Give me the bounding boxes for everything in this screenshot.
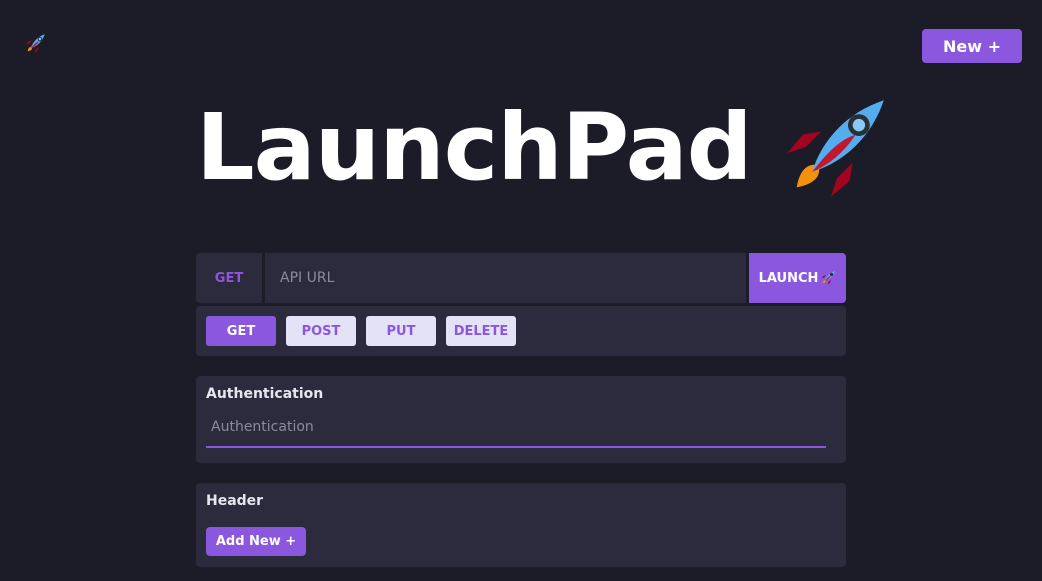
rocket-icon [786, 100, 884, 197]
authentication-title: Authentication [206, 386, 324, 402]
authentication-panel: Authentication [196, 376, 846, 463]
method-selector: GET POST PUT DELETE [196, 306, 846, 356]
method-put-button[interactable]: PUT [366, 316, 436, 346]
authentication-input[interactable] [206, 412, 826, 448]
selected-method-badge: GET [196, 253, 262, 303]
request-bar: GET LAUNCH [196, 253, 846, 303]
method-get-button[interactable]: GET [206, 316, 276, 346]
launch-label: LAUNCH [758, 270, 819, 286]
method-delete-button[interactable]: DELETE [446, 316, 516, 346]
launch-button[interactable]: LAUNCH [749, 253, 846, 303]
method-post-button[interactable]: POST [286, 316, 356, 346]
header-title: Header [206, 493, 264, 509]
rocket-icon[interactable] [24, 33, 46, 55]
api-url-input[interactable] [265, 253, 746, 303]
header-panel: Header Add New + [196, 483, 846, 567]
page-title: LaunchPad [196, 94, 753, 201]
rocket-icon [821, 270, 836, 285]
hero: LaunchPad [196, 88, 890, 208]
new-button[interactable]: New + [922, 29, 1022, 63]
launchpad-page: New + LaunchPad GET LAUNCH [0, 0, 1042, 581]
add-header-button[interactable]: Add New + [206, 527, 306, 556]
